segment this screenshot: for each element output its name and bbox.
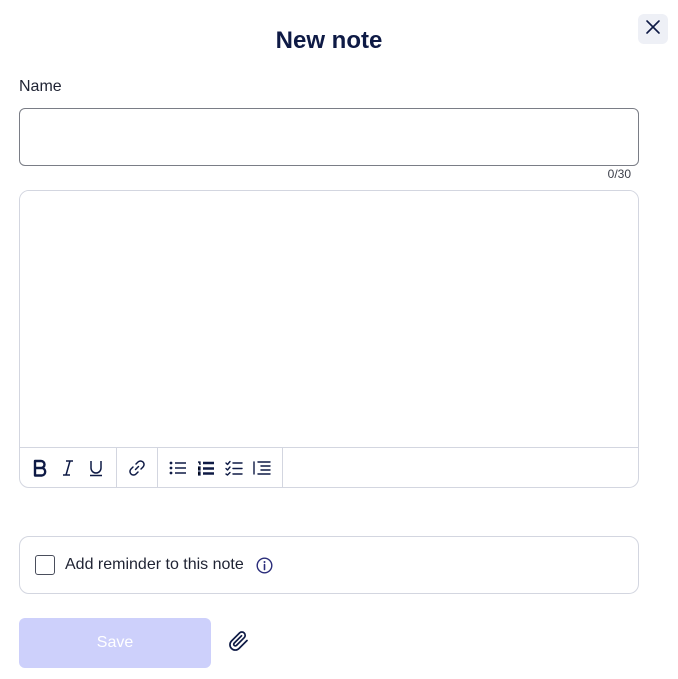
indent-icon [253,460,271,476]
italic-button[interactable] [54,454,82,482]
dialog-title: New note [275,27,383,54]
attach-button[interactable] [226,630,252,656]
list-group [158,448,283,487]
reminder-panel: Add reminder to this note [19,536,639,594]
checklist-icon [225,460,243,476]
bold-icon [32,459,48,477]
name-input[interactable] [19,108,639,166]
save-button[interactable]: Save [19,618,211,668]
italic-icon [61,459,75,477]
name-char-counter: 0/30 [607,167,631,181]
format-group [20,448,117,487]
link-icon [128,459,146,477]
numbered-list-icon [197,460,215,476]
link-button[interactable] [123,454,151,482]
reminder-checkbox[interactable] [35,555,55,575]
paperclip-icon [227,629,251,658]
bullet-list-button[interactable] [164,454,192,482]
bullet-list-icon [169,460,187,476]
bold-button[interactable] [26,454,54,482]
checklist-button[interactable] [220,454,248,482]
info-icon[interactable] [256,556,273,574]
underline-button[interactable] [82,454,110,482]
numbered-list-button[interactable] [192,454,220,482]
note-body-input[interactable] [20,191,638,448]
indent-button[interactable] [248,454,276,482]
underline-icon [88,459,104,477]
link-group [117,448,158,487]
name-label: Name [19,78,62,95]
editor-toolbar [20,447,638,487]
reminder-label: Add reminder to this note [65,556,244,573]
note-editor [19,190,639,488]
